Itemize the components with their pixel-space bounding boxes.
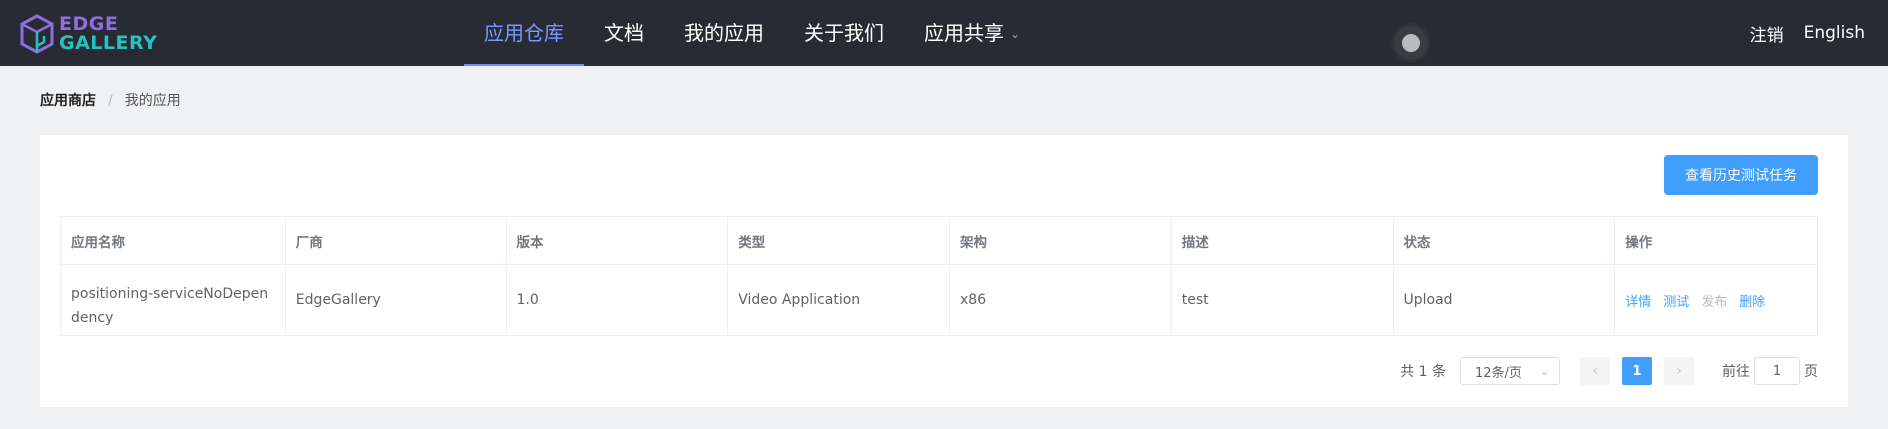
cell-vendor: EdgeGallery (286, 265, 507, 335)
page-number-current[interactable]: 1 (1622, 357, 1652, 385)
nav-label: 文档 (604, 21, 644, 45)
nav-item-my-apps[interactable]: 我的应用 (664, 0, 784, 66)
column-header-arch: 架构 (950, 217, 1172, 264)
pagination: 共 1 条 12条/页 ⌄ ‹ 1 › 前往 页 (1400, 357, 1818, 385)
column-header-desc: 描述 (1172, 217, 1394, 264)
page-size-select[interactable]: 12条/页 ⌄ (1460, 357, 1560, 385)
publish-link: 发布 (1701, 294, 1728, 310)
next-page-button[interactable]: › (1664, 357, 1694, 385)
apps-table: 应用名称 厂商 版本 类型 架构 描述 状态 操作 positioning-se… (60, 216, 1818, 336)
cell-type: Video Application (728, 265, 950, 335)
cell-version: 1.0 (507, 265, 729, 335)
table-header-row: 应用名称 厂商 版本 类型 架构 描述 状态 操作 (61, 217, 1817, 265)
edgegallery-logo[interactable]: EDGE GALLERY (20, 14, 160, 54)
top-navbar: EDGE GALLERY 应用仓库 文档 我的应用 关于我们 应用共享 ⌄ 注销 … (0, 0, 1888, 66)
cell-desc: test (1172, 265, 1394, 335)
column-header-vendor: 厂商 (286, 217, 507, 264)
prev-page-button[interactable]: ‹ (1580, 357, 1610, 385)
cell-arch: x86 (950, 265, 1172, 335)
nav-item-app-store[interactable]: 应用仓库 (464, 0, 584, 66)
cell-actions: 详情 测试 发布 删除 (1615, 265, 1817, 335)
column-header-version: 版本 (507, 217, 729, 264)
chevron-right-icon: › (1676, 363, 1682, 379)
header-actions: 注销 English (1750, 0, 1865, 66)
page-jumper: 前往 页 (1722, 357, 1818, 385)
nav-label: 关于我们 (804, 21, 884, 45)
logo-text-edge: EDGE (59, 13, 119, 35)
column-header-name: 应用名称 (61, 217, 286, 264)
test-link[interactable]: 测试 (1663, 291, 1689, 310)
breadcrumb-home[interactable]: 应用商店 (40, 92, 96, 110)
logout-link[interactable]: 注销 (1750, 21, 1784, 46)
cell-status: Upload (1394, 265, 1616, 335)
goto-prefix: 前往 (1722, 364, 1750, 380)
delete-link[interactable]: 删除 (1739, 291, 1765, 310)
table-row: positioning-serviceNoDependency EdgeGall… (61, 265, 1817, 335)
chevron-down-icon: ⌄ (1010, 27, 1021, 41)
user-avatar-icon[interactable] (1394, 26, 1428, 60)
nav-item-app-share[interactable]: 应用共享 ⌄ (904, 0, 1040, 66)
main-nav: 应用仓库 文档 我的应用 关于我们 应用共享 ⌄ (464, 0, 1040, 66)
nav-item-docs[interactable]: 文档 (584, 0, 664, 66)
chevron-left-icon: ‹ (1592, 363, 1598, 379)
nav-label: 应用共享 (924, 21, 1004, 45)
detail-link[interactable]: 详情 (1625, 291, 1651, 310)
nav-item-about[interactable]: 关于我们 (784, 0, 904, 66)
nav-label: 应用仓库 (484, 21, 564, 45)
row-actions: 详情 测试 发布 删除 (1625, 291, 1765, 310)
page-size-value: 12条/页 (1475, 365, 1522, 381)
pagination-total: 共 1 条 (1400, 364, 1446, 380)
logo-text-gallery: GALLERY (59, 32, 158, 54)
breadcrumb-separator: / (108, 93, 113, 109)
app-name-text: positioning-serviceNoDependency (71, 285, 269, 326)
language-switch[interactable]: English (1804, 23, 1865, 43)
chevron-down-icon: ⌄ (1539, 364, 1549, 378)
column-header-actions: 操作 (1625, 234, 1653, 251)
breadcrumb: 应用商店 / 我的应用 (40, 92, 181, 110)
nav-label: 我的应用 (684, 21, 764, 45)
goto-page-input[interactable] (1754, 357, 1800, 385)
column-header-type: 类型 (728, 217, 950, 264)
content-card: 查看历史测试任务 应用名称 厂商 版本 类型 架构 描述 状态 操作 posit… (40, 135, 1848, 407)
view-history-tests-button[interactable]: 查看历史测试任务 (1664, 155, 1818, 195)
breadcrumb-current: 我的应用 (124, 93, 181, 109)
cube-logo-icon (20, 14, 54, 54)
column-header-status: 状态 (1394, 217, 1616, 264)
goto-suffix: 页 (1804, 364, 1818, 380)
cell-app-name: positioning-serviceNoDependency (61, 265, 286, 335)
